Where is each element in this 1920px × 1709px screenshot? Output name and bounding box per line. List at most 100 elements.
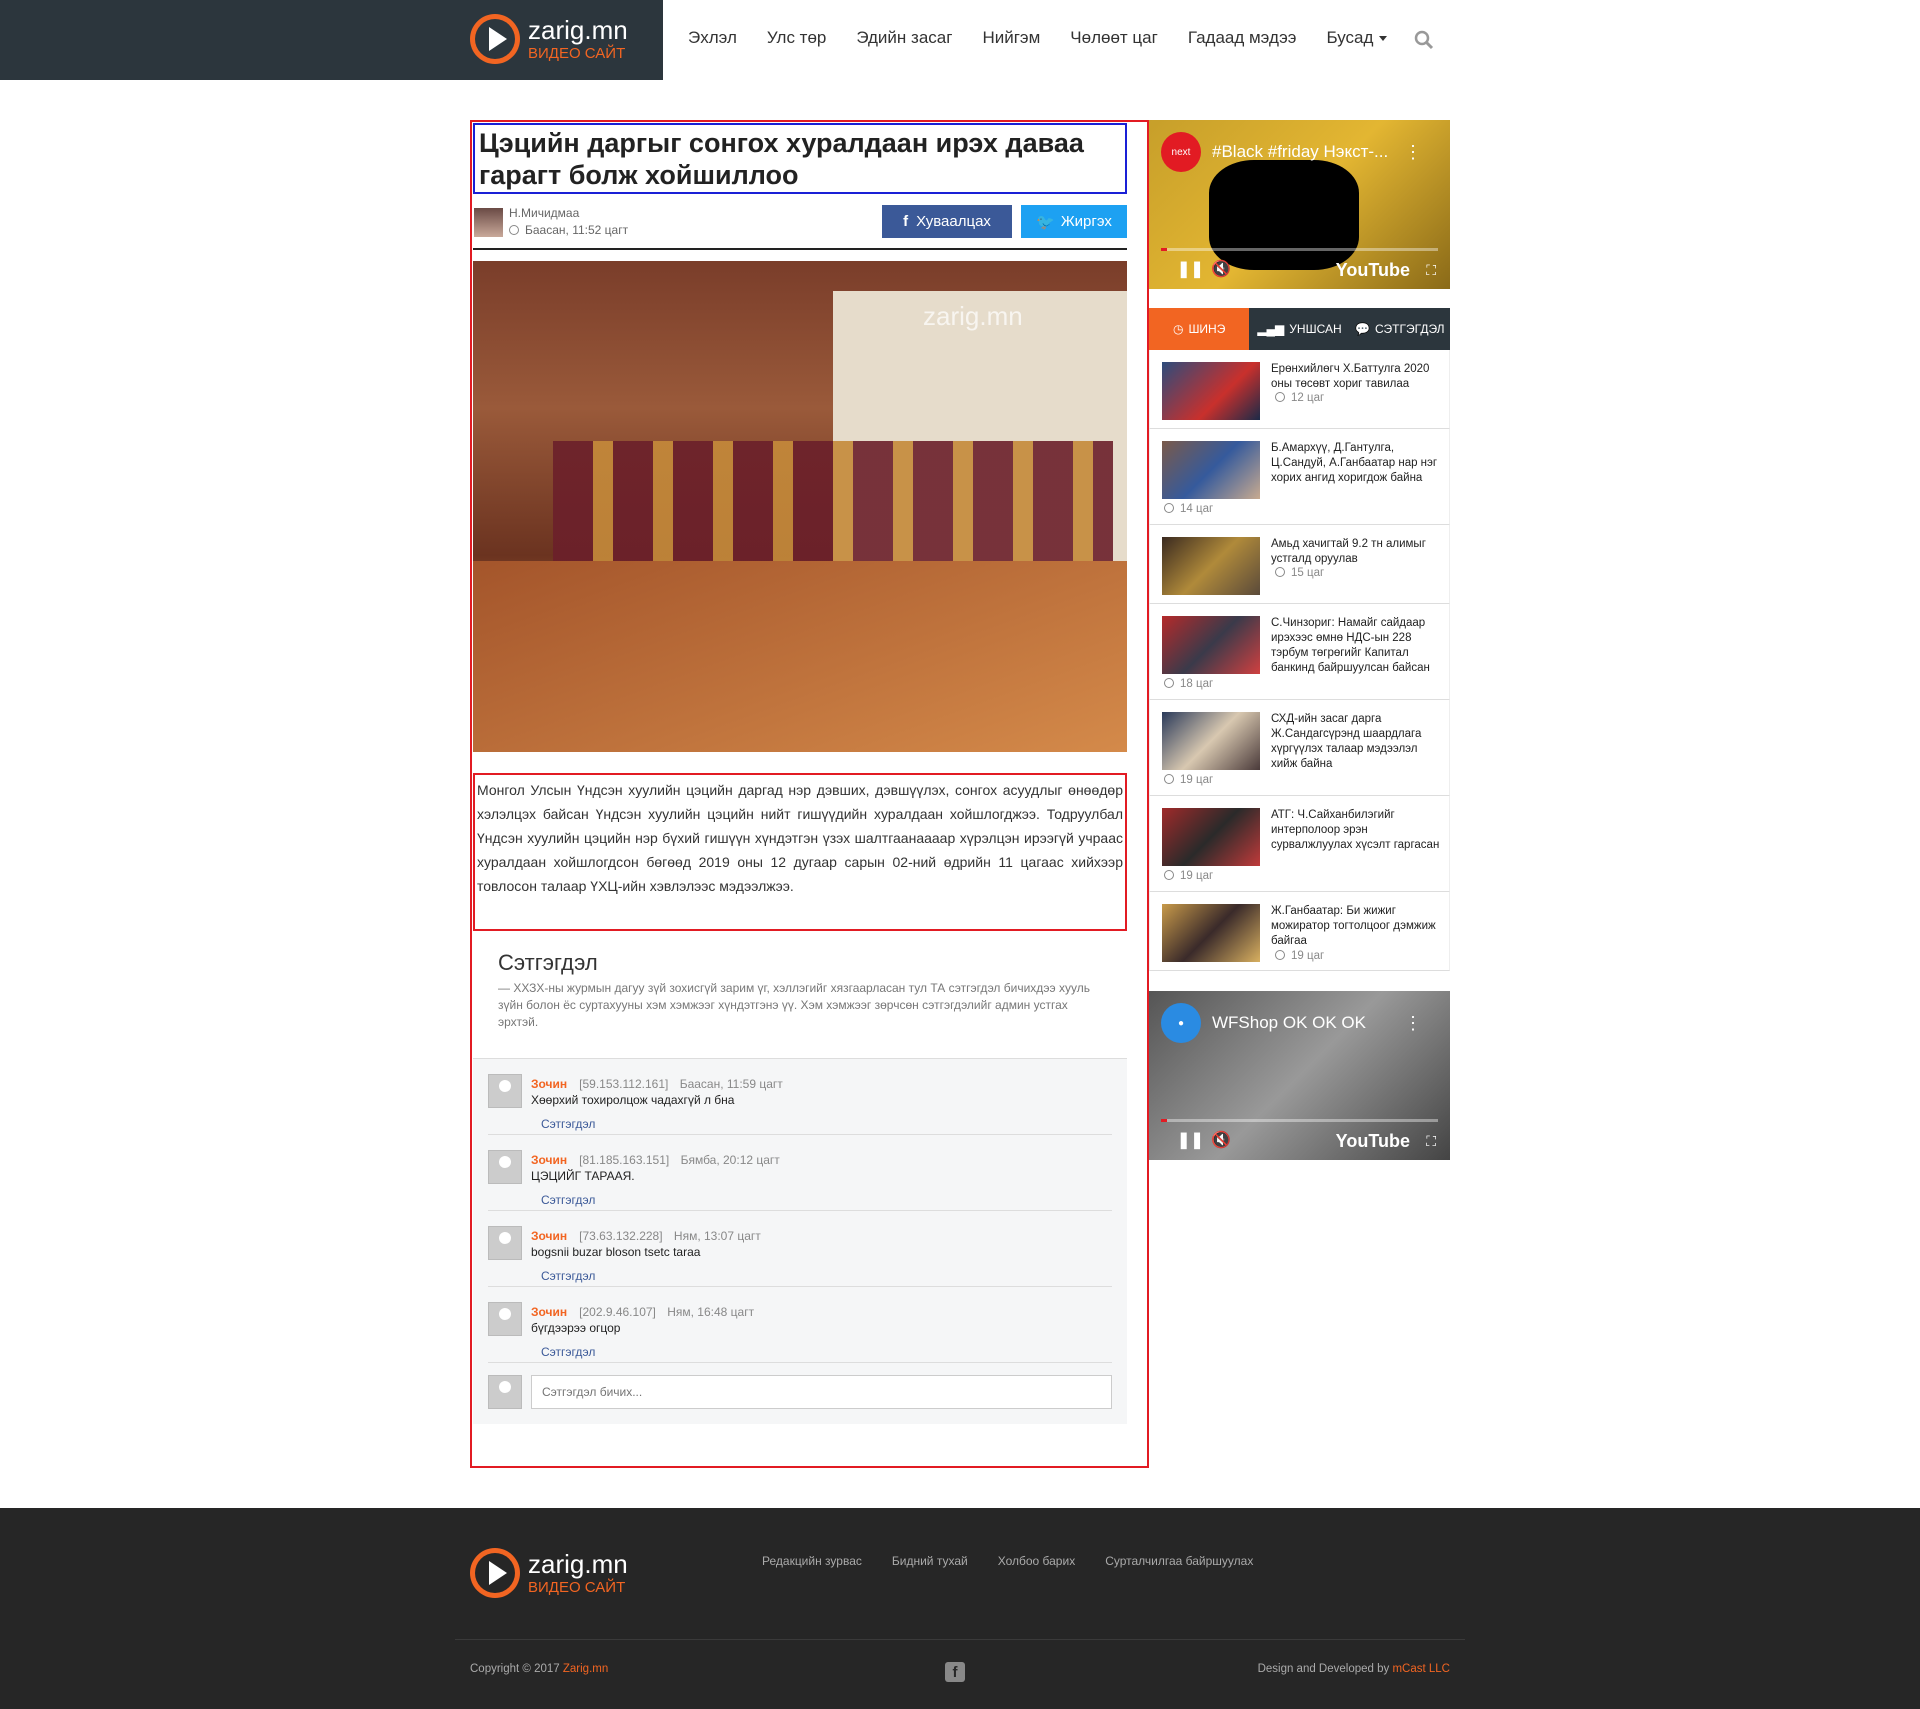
news-title[interactable]: Ерөнхийлөгч Х.Баттулга 2020 оны төсөвт х… bbox=[1271, 362, 1443, 392]
news-title[interactable]: СХД-ийн засаг дарга Ж.Сандагсүрэнд шаард… bbox=[1271, 712, 1443, 772]
video-player[interactable]: ● WFShop OK OK OK ⋮ ❚❚ 🔇 YouTube ⛶ bbox=[1149, 991, 1450, 1160]
author-name[interactable]: Н.Мичидмаа bbox=[509, 205, 628, 222]
copyright: Copyright © 2017 Zarig.mn bbox=[470, 1663, 609, 1675]
mute-icon[interactable]: 🔇 bbox=[1211, 259, 1231, 279]
clock-icon bbox=[1164, 503, 1174, 513]
reply-link[interactable]: Сэтгэгдэл bbox=[541, 1269, 595, 1283]
nav-item-economy[interactable]: Эдийн засаг bbox=[856, 28, 952, 48]
user-avatar bbox=[488, 1375, 522, 1409]
clock-icon bbox=[1275, 950, 1285, 960]
news-thumbnail[interactable] bbox=[1162, 712, 1260, 770]
video-player[interactable]: next #Black #friday Нэкст-... ⋮ ❚❚ 🔇 You… bbox=[1149, 120, 1450, 289]
new-comment-row bbox=[488, 1375, 1112, 1411]
user-avatar bbox=[488, 1150, 522, 1184]
footer-divider bbox=[455, 1639, 1465, 1640]
mute-icon[interactable]: 🔇 bbox=[1211, 1130, 1231, 1150]
image-watermark: zarig.mn bbox=[923, 301, 1023, 331]
logo-tagline: ВИДЕО САЙТ bbox=[528, 45, 626, 62]
comment-item: Зочин [202.9.46.107] Ням, 16:48 цагт бүгд… bbox=[488, 1287, 1112, 1363]
news-thumbnail[interactable] bbox=[1162, 808, 1260, 866]
comment-text: бүгдээрээ огцор bbox=[531, 1321, 621, 1335]
nav-item-leisure[interactable]: Чөлөөт цаг bbox=[1070, 28, 1158, 48]
footer-logo[interactable]: zarig.mn ВИДЕО САЙТ bbox=[470, 1548, 628, 1598]
footer-link-editorial[interactable]: Редакцийн зурвас bbox=[762, 1554, 862, 1568]
reply-link[interactable]: Сэтгэгдэл bbox=[541, 1117, 595, 1131]
facebook-icon[interactable]: f bbox=[945, 1662, 965, 1682]
footer-link-advertise[interactable]: Сурталчилгаа байршуулах bbox=[1105, 1554, 1253, 1568]
news-thumbnail[interactable] bbox=[1162, 904, 1260, 962]
comments-rules: — ХХЗХ-ны журмын дагуу зүй зохисгүй зари… bbox=[498, 981, 1091, 1029]
video-title[interactable]: #Black #friday Нэкст-... bbox=[1212, 142, 1388, 162]
share-facebook-button[interactable]: f Хуваалцах bbox=[882, 205, 1012, 238]
news-item[interactable]: Ерөнхийлөгч Х.Баттулга 2020 оны төсөвт х… bbox=[1149, 350, 1450, 429]
news-title[interactable]: АТГ: Ч.Сайханбилэгийг интерполоор эрэн с… bbox=[1271, 808, 1443, 853]
article-title: Цэцийн даргыг сонгох хуралдаан ирэх дава… bbox=[479, 128, 1084, 190]
comment-item: Зочин [73.63.132.228] Ням, 13:07 цагт bog… bbox=[488, 1211, 1112, 1287]
developer-credit: Design and Developed by mCast LLC bbox=[1257, 1663, 1450, 1675]
play-logo-icon bbox=[470, 14, 520, 64]
video-title[interactable]: WFShop OK OK OK bbox=[1212, 1013, 1366, 1033]
fullscreen-icon[interactable]: ⛶ bbox=[1426, 1133, 1436, 1150]
tab-new[interactable]: ◷ ШИНЭ bbox=[1149, 308, 1250, 350]
comment-item: Зочин [81.185.163.151] Бямба, 20:12 цагт … bbox=[488, 1135, 1112, 1211]
news-item[interactable]: Б.Амархүү, Д.Гантулга, Ц.Сандуй, А.Ганба… bbox=[1149, 429, 1450, 525]
clock-icon bbox=[1164, 774, 1174, 784]
clock-icon: ◷ bbox=[1172, 322, 1184, 336]
author-avatar bbox=[474, 207, 503, 237]
nav-item-other[interactable]: Бусад bbox=[1326, 28, 1388, 48]
channel-avatar[interactable]: ● bbox=[1161, 1003, 1201, 1043]
nav-item-foreign[interactable]: Гадаад мэдээ bbox=[1188, 28, 1297, 48]
news-item[interactable]: СХД-ийн засаг дарга Ж.Сандагсүрэнд шаард… bbox=[1149, 700, 1450, 796]
news-title[interactable]: Ж.Ганбаатар: Би жижиг можиратор тогтолцо… bbox=[1271, 904, 1443, 949]
nav-item-home[interactable]: Эхлэл bbox=[688, 28, 737, 48]
more-options-icon[interactable]: ⋮ bbox=[1404, 1013, 1422, 1034]
news-item[interactable]: Амьд хачигтай 9.2 тн алимыг устгалд оруу… bbox=[1149, 525, 1450, 604]
news-thumbnail[interactable] bbox=[1162, 362, 1260, 420]
youtube-logo[interactable]: YouTube bbox=[1336, 260, 1410, 281]
footer-link-about[interactable]: Бидний тухай bbox=[892, 1554, 968, 1568]
reply-link[interactable]: Сэтгэгдэл bbox=[541, 1345, 595, 1359]
news-title[interactable]: Амьд хачигтай 9.2 тн алимыг устгалд оруу… bbox=[1271, 537, 1443, 567]
comment-item: Зочин [59.153.112.161] Баасан, 11:59 цагт… bbox=[488, 1059, 1112, 1135]
comment-input[interactable] bbox=[531, 1375, 1112, 1409]
bar-chart-icon: ▂▄▆ bbox=[1257, 322, 1285, 336]
clock-icon bbox=[1164, 870, 1174, 880]
article-body-box: Монгол Улсын Үндсэн хуулийн цэцийн дарга… bbox=[473, 773, 1127, 931]
news-title[interactable]: Б.Амархүү, Д.Гантулга, Ц.Сандуй, А.Ганба… bbox=[1271, 441, 1443, 486]
news-list: Ерөнхийлөгч Х.Баттулга 2020 оны төсөвт х… bbox=[1149, 350, 1450, 971]
fullscreen-icon[interactable]: ⛶ bbox=[1426, 262, 1436, 279]
youtube-logo[interactable]: YouTube bbox=[1336, 1131, 1410, 1152]
news-title[interactable]: С.Чинзориг: Намайг сайдаар ирэхээс өмнө … bbox=[1271, 616, 1443, 676]
user-avatar bbox=[488, 1226, 522, 1260]
tab-most-read[interactable]: ▂▄▆ УНШСАН bbox=[1249, 308, 1349, 350]
pause-icon[interactable]: ❚❚ bbox=[1177, 1130, 1204, 1150]
developer-link[interactable]: mCast LLC bbox=[1392, 1663, 1450, 1675]
author-info: Н.Мичидмаа Баасан, 11:52 цагт bbox=[474, 205, 628, 239]
search-icon[interactable] bbox=[1414, 30, 1434, 50]
pause-icon[interactable]: ❚❚ bbox=[1177, 259, 1204, 279]
comments-title: Сэтгэгдэл bbox=[498, 950, 598, 975]
tab-comments[interactable]: 💬 СЭТГЭГДЭЛ bbox=[1350, 308, 1450, 350]
copyright-link[interactable]: Zarig.mn bbox=[563, 1663, 608, 1675]
main-nav: Эхлэл Улс төр Эдийн засаг Нийгэм Чөлөөт … bbox=[688, 28, 1388, 48]
divider bbox=[473, 248, 1127, 250]
sidebar-tabs: ◷ ШИНЭ ▂▄▆ УНШСАН 💬 СЭТГЭГДЭЛ bbox=[1149, 308, 1450, 350]
more-options-icon[interactable]: ⋮ bbox=[1404, 142, 1422, 163]
news-item[interactable]: Ж.Ганбаатар: Би жижиг можиратор тогтолцо… bbox=[1149, 892, 1450, 971]
clock-icon bbox=[1275, 567, 1285, 577]
comment-text: Хөөрхий тохиролцож чадахгүй л бна bbox=[531, 1093, 735, 1107]
nav-item-society[interactable]: Нийгэм bbox=[982, 28, 1040, 48]
reply-link[interactable]: Сэтгэгдэл bbox=[541, 1193, 595, 1207]
news-thumbnail[interactable] bbox=[1162, 616, 1260, 674]
clock-icon bbox=[509, 225, 519, 235]
nav-item-politics[interactable]: Улс төр bbox=[767, 28, 827, 48]
article-image: zarig.mn bbox=[473, 261, 1127, 752]
news-thumbnail[interactable] bbox=[1162, 441, 1260, 499]
news-thumbnail[interactable] bbox=[1162, 537, 1260, 595]
news-item[interactable]: АТГ: Ч.Сайханбилэгийг интерполоор эрэн с… bbox=[1149, 796, 1450, 892]
site-logo[interactable]: zarig.mn ВИДЕО САЙТ bbox=[470, 14, 628, 64]
news-item[interactable]: С.Чинзориг: Намайг сайдаар ирэхээс өмнө … bbox=[1149, 604, 1450, 700]
channel-avatar[interactable]: next bbox=[1161, 132, 1201, 172]
footer-link-contact[interactable]: Холбоо барих bbox=[998, 1554, 1075, 1568]
share-twitter-button[interactable]: 🐦 Жиргэх bbox=[1021, 205, 1127, 238]
